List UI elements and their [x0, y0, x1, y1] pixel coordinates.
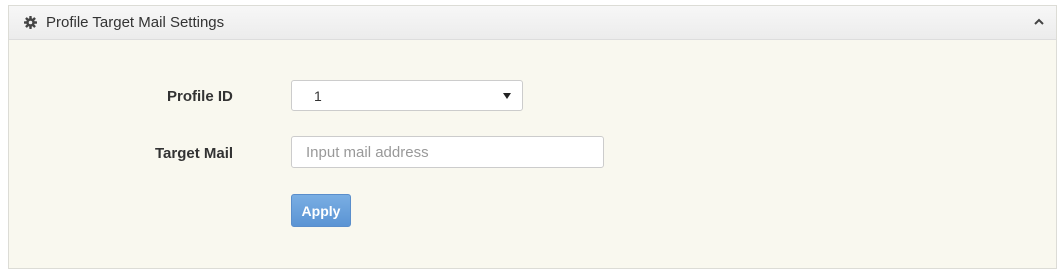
- chevron-up-icon[interactable]: [1032, 15, 1046, 29]
- apply-button[interactable]: Apply: [291, 194, 351, 227]
- panel-title: Profile Target Mail Settings: [46, 14, 225, 31]
- target-mail-input[interactable]: [291, 136, 604, 168]
- profile-id-selected-value: 1: [314, 88, 322, 104]
- dropdown-arrow-icon: [503, 93, 511, 99]
- profile-id-select[interactable]: 1: [291, 80, 523, 111]
- target-mail-label: Target Mail: [155, 145, 234, 162]
- settings-panel: Profile Target Mail Settings Profile ID …: [8, 5, 1057, 269]
- panel-header[interactable]: Profile Target Mail Settings: [9, 6, 1056, 40]
- gear-icon: [24, 16, 37, 29]
- profile-id-label: Profile ID: [167, 88, 233, 105]
